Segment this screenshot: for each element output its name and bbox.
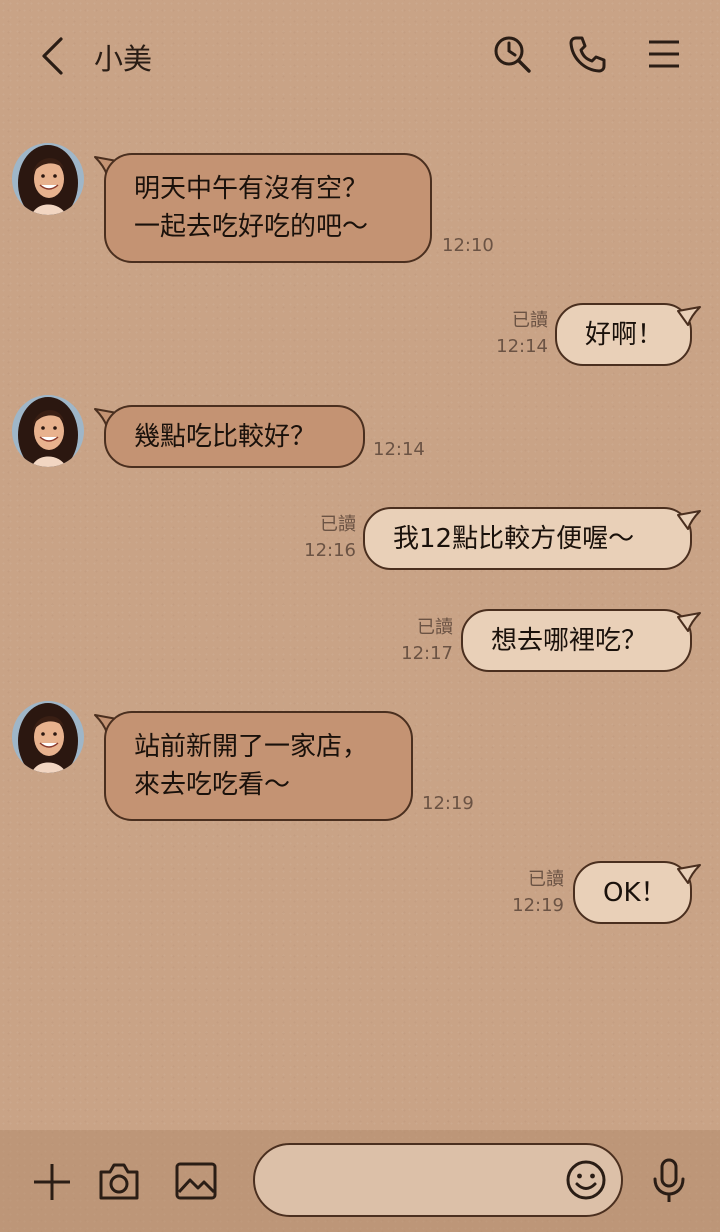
read-receipt: 已讀 [417,617,453,638]
incoming-message-bubble[interactable]: 明天中午有沒有空？ 一起去吃好吃的吧～ [104,153,432,263]
incoming-message-bubble[interactable]: 站前新開了一家店， 來去吃吃看～ [104,711,413,821]
message-meta: 已讀 12:19 [512,867,564,919]
menu-icon [649,40,679,68]
read-receipt: 已讀 [528,869,564,890]
message-meta: 已讀 12:16 [304,512,356,564]
back-chevron-icon [42,37,63,75]
message-meta: 已讀 12:14 [496,308,548,360]
emoji-icon [566,1160,606,1200]
message-time: 12:17 [401,643,453,664]
phone-icon [569,36,606,73]
message-time: 12:19 [512,895,564,916]
message-time: 12:19 [422,793,474,814]
gallery-button[interactable] [172,1157,220,1205]
avatar-photo [12,395,84,467]
outgoing-message-bubble[interactable]: 想去哪裡吃？ [461,609,692,672]
contact-avatar[interactable] [12,143,84,215]
outgoing-message-bubble[interactable]: 我12點比較方便喔～ [363,507,692,570]
microphone-icon [653,1158,685,1202]
message-meta: 已讀 12:17 [401,615,453,667]
camera-icon [99,1163,139,1200]
message-text-line: 好啊！ [585,320,664,350]
avatar-photo [12,701,84,773]
search-button[interactable] [490,32,534,76]
image-icon [175,1162,217,1200]
message-text-line: 想去哪裡吃？ [491,626,648,656]
message-text-line: 我12點比較方便喔～ [393,524,635,554]
composer-bar [0,1130,720,1232]
bubble-tail [677,864,701,884]
message-list[interactable]: 明天中午有沒有空？ 一起去吃好吃的吧～ 12:10 已讀 12:14 好啊！ 幾… [0,108,720,1130]
chat-header: 小美 [0,0,720,108]
outgoing-message-bubble[interactable]: OK！ [573,861,692,924]
search-clock-icon [494,36,531,73]
message-text-line: 一起去吃好吃的吧～ [134,212,369,242]
message-meta: 12:10 [442,233,494,259]
incoming-message-bubble[interactable]: 幾點吃比較好？ [104,405,365,468]
contact-name[interactable]: 小美 [94,36,152,78]
outgoing-message-bubble[interactable]: 好啊！ [555,303,692,366]
message-text-line: 站前新開了一家店， [134,732,369,762]
message-text-line: 幾點吃比較好？ [134,422,317,452]
message-time: 12:14 [373,439,425,460]
add-button[interactable] [28,1158,76,1206]
read-receipt: 已讀 [512,310,548,331]
message-text-line: OK！ [603,878,667,908]
camera-button[interactable] [95,1157,143,1205]
message-time: 12:14 [496,336,548,357]
voice-button[interactable] [645,1155,693,1207]
back-button[interactable] [30,34,74,78]
message-text-line: 來去吃吃看～ [134,770,291,800]
bubble-tail [677,612,701,632]
contact-avatar[interactable] [12,701,84,773]
emoji-button[interactable] [562,1156,610,1204]
read-receipt: 已讀 [320,514,356,535]
contact-avatar[interactable] [12,395,84,467]
avatar-photo [12,143,84,215]
message-time: 12:16 [304,540,356,561]
menu-button[interactable] [642,32,686,76]
call-button[interactable] [565,32,609,76]
message-time: 12:10 [442,235,494,256]
message-meta: 12:19 [422,791,474,817]
message-meta: 12:14 [373,437,425,463]
message-text-line: 明天中午有沒有空？ [134,174,369,204]
plus-icon [34,1164,70,1200]
bubble-tail [677,510,701,530]
bubble-tail [677,306,701,326]
